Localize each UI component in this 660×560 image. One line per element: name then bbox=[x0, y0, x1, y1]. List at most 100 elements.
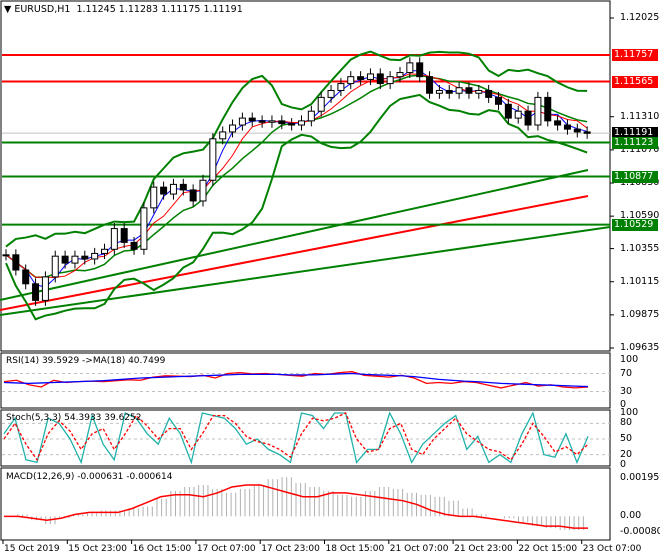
stoch-tick: 20 bbox=[620, 448, 633, 460]
time-label: 16 Oct 15:00 bbox=[132, 544, 192, 554]
candle-body bbox=[32, 283, 40, 301]
macd-label: MACD(12,26,9) -0.000631 -0.000614 bbox=[6, 472, 173, 482]
stoch-tick: 100 bbox=[620, 407, 639, 418]
candle-body bbox=[495, 96, 502, 105]
candle-body bbox=[573, 128, 581, 133]
macd-tick: 0.00 bbox=[620, 510, 642, 522]
candle-body bbox=[455, 87, 463, 94]
candle-body bbox=[278, 120, 286, 125]
candle-body bbox=[504, 103, 512, 119]
candle-body bbox=[22, 269, 30, 285]
candle-body bbox=[426, 76, 434, 94]
candle-body bbox=[248, 117, 256, 122]
candle-body bbox=[298, 120, 305, 126]
chart-title: ▼ EURUSD,H1 1.11245 1.11283 1.11175 1.11… bbox=[4, 4, 243, 15]
candle-body bbox=[120, 228, 128, 243]
level-price-tag: 1.10529 bbox=[612, 218, 658, 231]
macd-tick: 0.001959 bbox=[620, 472, 660, 483]
time-label: 21 Oct 07:00 bbox=[389, 544, 449, 554]
level-price-tag: 1.11757 bbox=[612, 49, 658, 61]
candle-body bbox=[209, 138, 217, 181]
macd-tick: -0.000801 bbox=[620, 526, 660, 537]
candle-body bbox=[347, 76, 355, 85]
candle-body bbox=[140, 207, 148, 250]
candle-body bbox=[524, 110, 532, 126]
price-tick: 1.09635 bbox=[620, 342, 660, 353]
price-tick: 1.10115 bbox=[620, 275, 660, 287]
level-price-tag: 1.11123 bbox=[612, 136, 658, 149]
candle-body bbox=[396, 72, 404, 78]
candle-body bbox=[150, 186, 158, 209]
time-label: 15 Oct 23:00 bbox=[68, 544, 127, 554]
candle-body bbox=[376, 73, 384, 85]
stoch-tick: 50 bbox=[620, 433, 633, 444]
time-label: 23 Oct 07:00 bbox=[582, 544, 642, 554]
candle-body bbox=[288, 123, 296, 126]
candle-body bbox=[327, 89, 335, 98]
rsi-tick: 100 bbox=[620, 354, 639, 365]
candle-body bbox=[465, 87, 473, 94]
rsi-tick: 30 bbox=[620, 385, 633, 397]
time-label: 22 Oct 15:00 bbox=[518, 544, 578, 554]
time-label: 18 Oct 15:00 bbox=[325, 544, 385, 554]
candle-body bbox=[130, 241, 138, 250]
candle-body bbox=[534, 96, 542, 126]
candle-body bbox=[406, 62, 414, 74]
candle-body bbox=[445, 89, 453, 94]
candle-body bbox=[386, 76, 394, 85]
candle-body bbox=[238, 117, 246, 126]
high-price: 1.11283 bbox=[118, 4, 159, 15]
candle-body bbox=[101, 248, 108, 254]
candle-body bbox=[199, 179, 207, 202]
stoch-tick: 0 bbox=[620, 459, 627, 470]
price-tick: 1.12025 bbox=[620, 12, 660, 23]
time-label: 17 Oct 07:00 bbox=[196, 544, 256, 554]
level-price-tag: 1.10877 bbox=[612, 170, 658, 183]
candle-body bbox=[475, 89, 483, 94]
low-price: 1.11175 bbox=[161, 4, 201, 15]
candle-body bbox=[229, 124, 237, 133]
dropdown-arrow-icon[interactable]: ▼ bbox=[4, 4, 11, 15]
candle-body bbox=[219, 131, 227, 140]
candle-body bbox=[179, 183, 187, 191]
symbol-label: EURUSD,H1 bbox=[14, 4, 71, 15]
candle-body bbox=[189, 189, 197, 202]
candle-body bbox=[366, 73, 374, 80]
candle-body bbox=[416, 62, 424, 78]
candle-body bbox=[544, 96, 552, 122]
candle-body bbox=[61, 255, 69, 264]
candle-body bbox=[268, 120, 276, 123]
candle-body bbox=[110, 228, 118, 250]
open-price: 1.11245 bbox=[76, 4, 116, 15]
candle-body bbox=[583, 131, 591, 134]
candle-body bbox=[91, 252, 99, 260]
candle-body bbox=[41, 276, 49, 301]
candle-body bbox=[435, 89, 443, 94]
candle-body bbox=[563, 124, 571, 130]
candle-body bbox=[51, 255, 59, 278]
level-price-tag: 1.11565 bbox=[612, 75, 658, 88]
candle-body bbox=[317, 96, 325, 112]
candle-body bbox=[514, 110, 522, 119]
candle-body bbox=[337, 83, 345, 91]
candle-body bbox=[258, 120, 266, 123]
candle-body bbox=[554, 120, 562, 126]
candle-body bbox=[169, 183, 177, 195]
stoch-tick: 80 bbox=[620, 417, 633, 429]
price-tick: 1.10355 bbox=[620, 242, 660, 254]
candle-body bbox=[71, 255, 79, 264]
close-price: 1.11191 bbox=[203, 4, 243, 15]
time-label: 17 Oct 23:00 bbox=[261, 544, 320, 554]
price-tick: 1.11310 bbox=[620, 110, 660, 122]
candle-body bbox=[12, 254, 20, 271]
price-tick: 1.09875 bbox=[620, 308, 660, 320]
candle-body bbox=[485, 89, 493, 98]
rsi-tick: 70 bbox=[620, 367, 633, 379]
stoch-label: Stoch(5,3,3) 54.3933 39.6252 bbox=[6, 413, 142, 423]
candle-body bbox=[160, 186, 168, 195]
time-label: 15 Oct 2019 bbox=[4, 544, 60, 554]
time-label: 21 Oct 23:00 bbox=[454, 544, 513, 554]
candle-body bbox=[357, 76, 365, 80]
candle-body bbox=[2, 254, 10, 257]
candle-body bbox=[307, 110, 315, 122]
